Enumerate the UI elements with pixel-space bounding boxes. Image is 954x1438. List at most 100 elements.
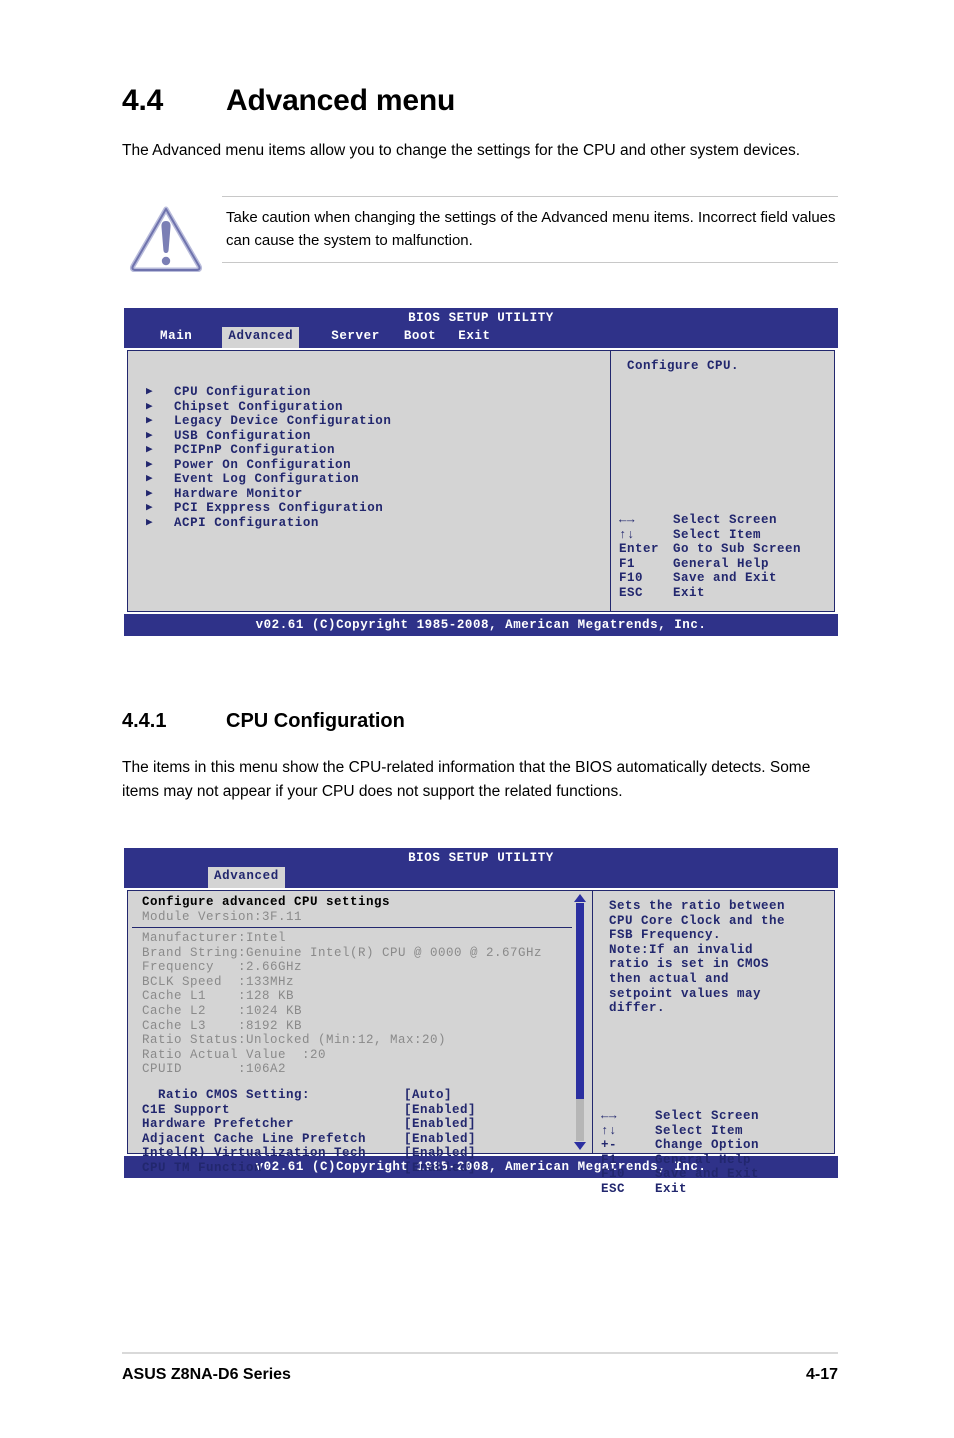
legend-action: Select Screen [655,1109,760,1123]
legend-key: Enter [619,542,660,557]
bios-titlebar: BIOS SETUP UTILITY Main Advanced Server Boo… [124,308,838,348]
tab-advanced[interactable]: Advanced [222,327,300,348]
bios-tabbar: Main Advanced Server Boot Exit [124,327,497,348]
bios-setting-value[interactable]: [Enabled] [404,1103,476,1118]
legend-row: ←→ Select Screen [601,1109,811,1124]
bios-utility-title: BIOS SETUP UTILITY [408,311,554,325]
bios-menu-item-1[interactable]: ▶ Chipset Configuration [146,400,586,415]
bios-setting-label: Ratio CMOS Setting: [142,1088,311,1102]
bios-tabbar: Advanced [208,867,285,888]
tab-advanced[interactable]: Advanced [208,867,285,888]
cpu-info-row: Manufacturer:Intel [142,931,287,945]
legend-action: Select Item [673,527,762,542]
bios-setting-label: Adjacent Cache Line Prefetch [142,1131,367,1146]
bios-menu-panel: ▶ CPU Configuration ▶ Chipset Configuration… [127,350,611,612]
advanced-menu-intro: The Advanced menu items allow you to cha… [122,142,801,159]
submenu-arrow-icon: ▶ [146,400,153,413]
bios-help-description: Sets the ratio between CPU Core Clock an… [609,899,786,1016]
bios-copyright-footer: v02.61 (C)Copyright 1985-2008, American … [124,614,838,636]
bios-key-legend: ←→ Select Screen ↑↓ Select Item +- Change Opt… [601,1109,811,1197]
bios-menu-item-label: ACPI Configuration [174,515,319,530]
scroll-down-arrow-icon[interactable] [574,1142,586,1150]
legend-row: ←→ Select Screen [619,513,829,528]
legend-key: F1 [601,1152,618,1167]
bios-utility-title: BIOS SETUP UTILITY [408,851,554,865]
bios-settings-panel: Configure advanced CPU settings Module V… [127,890,593,1175]
scroll-up-arrow-icon[interactable] [574,894,586,902]
bios-menu-item-4[interactable]: ▶ PCIPnP Configuration [146,443,586,458]
bios-setting-value[interactable]: [Enabled] [404,1146,476,1161]
bios-menu-item-5[interactable]: ▶ Power On Configuration [146,458,586,473]
legend-action: Exit [655,1181,688,1196]
submenu-arrow-icon: ▶ [146,458,153,471]
bios-cpu-info-list: Manufacturer:Intel Brand String:Genuine I… [142,931,588,1077]
legend-key: ESC [619,585,644,600]
legend-row: +- Change Option [601,1138,811,1153]
cpu-info-row: CPUID :106A2 [142,1062,287,1077]
legend-key: ↑↓ [619,527,636,542]
legend-row: Enter Go to Sub Screen [619,542,829,557]
cpu-info-row: Ratio Status:Unlocked (Min:12, Max:20) [142,1033,447,1048]
legend-key: ↑↓ [601,1123,618,1138]
submenu-arrow-icon: ▶ [146,516,153,529]
bios-setting-label: C1E Support [142,1102,231,1117]
bios-setting-row[interactable]: Intel(R) Virtualization Tech [Enabled] [142,1146,588,1161]
bios-menu-item-8[interactable]: ▶ PCI Exppress Configuration [146,501,586,516]
legend-row: ESC Exit [601,1182,811,1197]
bios-setting-row[interactable]: Adjacent Cache Line Prefetch [Enabled] [142,1132,588,1147]
bios-setting-value[interactable]: [Enabled] [404,1117,476,1132]
bios-menu-item-label: PCIPnP Configuration [174,443,336,457]
cpu-configuration-intro: The items in this menu show the CPU-rela… [122,759,811,800]
bios-setting-row[interactable]: Ratio CMOS Setting: [Auto] [142,1088,588,1103]
bios-setting-label: Hardware Prefetcher [142,1117,295,1132]
bios-setting-value[interactable]: [Auto] [404,1088,452,1103]
bios-titlebar: BIOS SETUP UTILITY Advanced [124,848,838,888]
legend-action: General Help [673,556,770,571]
bios-menu-item-9[interactable]: ▶ ACPI Configuration [146,516,586,531]
bios-body: Configure advanced CPU settings Module V… [124,888,838,1196]
scrollbar-thumb[interactable] [576,903,584,1099]
subsection-title: 4.4.1 CPU Configuration [122,710,405,733]
cpu-info-row: Ratio Actual Value :20 [142,1047,327,1062]
subsection-number: 4.4.1 [122,710,167,732]
warning-icon [129,206,203,272]
bios-menu-item-2[interactable]: ▶ Legacy Device Configuration [146,414,586,429]
bios-setting-row[interactable]: Hardware Prefetcher [Enabled] [142,1117,588,1132]
tab-server[interactable]: Server [325,327,386,348]
cpu-info-row: BCLK Speed :133MHz [142,974,295,989]
legend-row: ↑↓ Select Item [619,528,829,543]
bios-setting-value[interactable]: [Enabled] [404,1132,476,1147]
legend-row: F1 General Help [601,1153,811,1168]
page-title: 4.4 Advanced menu [122,84,455,118]
bios-menu-item-6[interactable]: ▶ Event Log Configuration [146,472,586,487]
legend-row: F10 Save and Exit [601,1167,811,1182]
legend-key: F10 [601,1167,626,1182]
bios-menu-item-label: Power On Configuration [174,457,352,472]
legend-action: General Help [655,1152,752,1167]
legend-row: F10 Save and Exit [619,571,829,586]
tab-main[interactable]: Main [154,327,198,348]
submenu-arrow-icon: ▶ [146,473,153,485]
legend-row: ESC Exit [619,586,829,601]
scrollbar[interactable] [574,894,586,1150]
bios-menu-item-label: CPU Configuration [174,385,311,399]
tab-exit[interactable]: Exit [452,327,496,348]
tab-boot[interactable]: Boot [398,327,442,348]
submenu-arrow-icon: ▶ [146,429,153,442]
bios-menu-item-3[interactable]: ▶ USB Configuration [146,429,586,444]
bios-menu-item-7[interactable]: ▶ Hardware Monitor [146,487,586,502]
cpu-info-row: Frequency :2.66GHz [142,960,303,975]
legend-action: Select Item [655,1123,744,1138]
bios-menu-item-0[interactable]: ▶ CPU Configuration [146,385,586,400]
legend-action: Select Screen [673,513,778,527]
legend-key: F10 [619,571,644,586]
bios-setting-value[interactable]: [Enabled] [404,1161,476,1176]
bios-setting-row[interactable]: CPU TM Function [Enabled] [142,1161,588,1176]
legend-action: Change Option [655,1138,760,1153]
bios-setting-row[interactable]: C1E Support [Enabled] [142,1103,588,1118]
bios-panel-divider [132,927,572,928]
submenu-arrow-icon: ▶ [146,502,153,514]
bios-menu-item-label: USB Configuration [174,428,311,443]
cpu-info-row: Cache L2 :1024 KB [142,1003,303,1018]
legend-key: F1 [619,556,636,571]
